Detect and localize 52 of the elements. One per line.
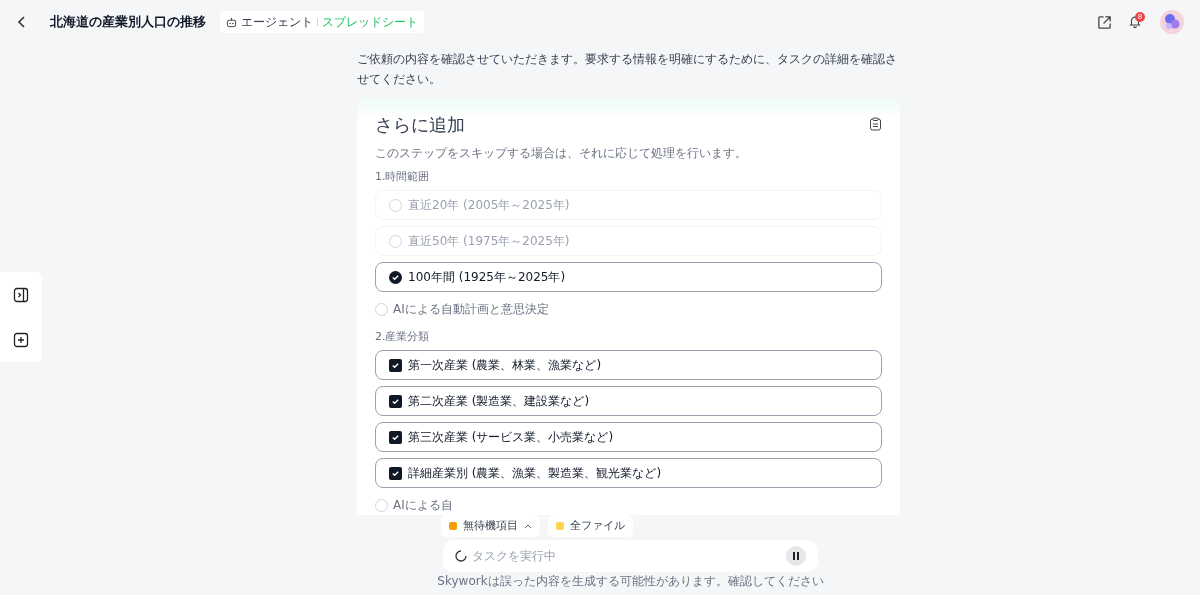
section-label: 1.時間範囲 bbox=[375, 169, 431, 185]
spinner-icon bbox=[455, 550, 467, 562]
option-label: 第二次産業 (製造業、建設業など) bbox=[408, 393, 590, 410]
radio-button[interactable] bbox=[375, 302, 388, 316]
avatar[interactable] bbox=[1160, 10, 1184, 34]
mode-tab[interactable]: エージェント bbox=[241, 13, 313, 31]
card-note: このステップをスキップする場合は、それに応じて処理を行います。 bbox=[375, 145, 748, 162]
check-icon bbox=[391, 396, 400, 406]
checkbox[interactable] bbox=[389, 430, 402, 444]
assistant-message: ご依頼の内容を確認させていただきます。要求する情報を明確にするために、タスクの詳細を確認させてください。 bbox=[357, 51, 898, 88]
back-icon[interactable] bbox=[16, 15, 28, 29]
option-label: 100年間 (1925年～2025年) bbox=[408, 269, 566, 286]
option-label: 直近20年 (2005年～2025年) bbox=[408, 197, 570, 214]
option-label: 直近50年 (1975年～2025年) bbox=[408, 233, 570, 250]
radio-button[interactable] bbox=[389, 270, 402, 284]
radio-button[interactable] bbox=[389, 198, 402, 212]
page-title: 北海道の産業別人口の推移 bbox=[50, 13, 206, 32]
option-row[interactable]: 100年間 (1925年～2025年) bbox=[375, 262, 882, 292]
option-label: 第三次産業 (サービス業、小売業など) bbox=[408, 429, 614, 446]
option-row[interactable]: 第三次産業 (サービス業、小売業など) bbox=[375, 422, 882, 452]
checkbox[interactable] bbox=[389, 358, 402, 372]
add-icon[interactable] bbox=[13, 331, 29, 348]
radio-button[interactable] bbox=[389, 234, 402, 248]
option-row[interactable]: 詳細産業別 (農業、漁業、製造業、観光業など) bbox=[375, 458, 882, 488]
check-icon bbox=[391, 468, 400, 478]
task-input[interactable]: タスクを実行中 bbox=[443, 540, 818, 572]
option-label: AIによる自動計画と意思決定 bbox=[393, 301, 549, 318]
robot-icon bbox=[226, 16, 237, 28]
option-row[interactable]: 第二次産業 (製造業、建設業など) bbox=[375, 386, 882, 416]
check-icon bbox=[391, 360, 400, 370]
option-row[interactable]: 第一次産業 (農業、林業、漁業など) bbox=[375, 350, 882, 380]
filter-chip[interactable]: 無待機項目 bbox=[441, 515, 540, 537]
pause-icon bbox=[792, 552, 800, 560]
radio-button[interactable] bbox=[375, 498, 388, 512]
share-icon[interactable] bbox=[1097, 14, 1112, 30]
section-label: 2.産業分類 bbox=[375, 329, 431, 345]
clipboard-icon[interactable] bbox=[869, 117, 882, 131]
input-field[interactable]: タスクを実行中 bbox=[472, 547, 781, 565]
option-label: 詳細産業別 (農業、漁業、製造業、観光業など) bbox=[408, 465, 662, 482]
caret-icon bbox=[524, 523, 532, 529]
checkbox[interactable] bbox=[389, 394, 402, 408]
pause-button[interactable] bbox=[786, 546, 806, 566]
bell-icon[interactable] bbox=[1128, 14, 1142, 29]
card-title: さらに追加 bbox=[375, 112, 465, 137]
disclaimer: Skyworkは誤った内容を生成する可能性があります。確認してください bbox=[436, 574, 825, 588]
option-label: AIによる自 bbox=[393, 497, 453, 514]
expand-sidebar-icon[interactable] bbox=[13, 286, 29, 303]
check-icon bbox=[391, 432, 400, 442]
option-label: 第一次産業 (農業、林業、漁業など) bbox=[408, 357, 602, 374]
check-icon bbox=[391, 272, 400, 282]
checkbox[interactable] bbox=[389, 466, 402, 480]
filter-chip[interactable]: 全ファイル bbox=[548, 515, 633, 537]
